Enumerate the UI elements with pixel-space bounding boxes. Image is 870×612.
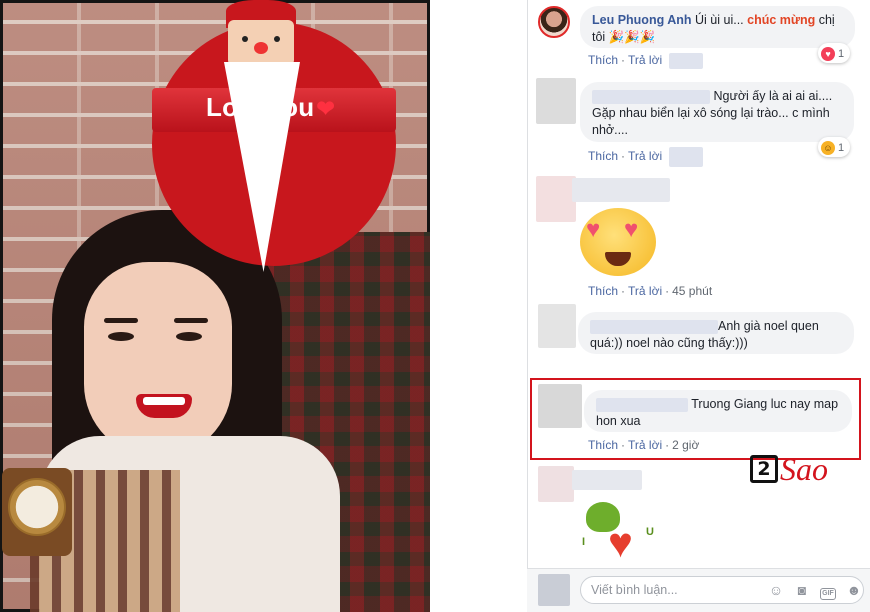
comment-bubble: Leu Phuong Anh Úi ùi ui... chúc mừng chị…: [580, 6, 855, 48]
reaction-count[interactable]: ♥ 1: [818, 43, 851, 63]
reply-link[interactable]: Trả lời: [628, 438, 662, 452]
comment-actions: Thích · Trả lời: [588, 147, 704, 167]
camera-icon[interactable]: ◙: [794, 582, 810, 598]
love-icon: ♥: [821, 47, 835, 61]
redacted-author: [572, 178, 670, 202]
like-link[interactable]: Thích: [588, 53, 618, 67]
emoji-icon[interactable]: ☺: [768, 582, 784, 598]
avatar-blurred[interactable]: [538, 304, 576, 348]
heart-icon: ❤: [316, 96, 335, 121]
sticker-icon[interactable]: ☻: [846, 582, 862, 598]
sticker-caption: Loveyou❤: [206, 92, 335, 122]
comment-actions: Thích · Trả lời · 2 giờ: [588, 438, 700, 452]
avatar-blurred[interactable]: [536, 176, 576, 222]
redacted-author: [592, 89, 710, 104]
comment-bubble: Anh già noel quen quá:)) noel nào cũng t…: [578, 312, 854, 354]
wristwatch: [8, 478, 66, 536]
redacted-author: [596, 397, 688, 412]
avatar-blurred[interactable]: [538, 466, 574, 502]
reply-link[interactable]: Trả lời: [628, 53, 662, 67]
heart-icon: ♥: [608, 519, 633, 566]
redacted-author: [590, 319, 718, 334]
like-link[interactable]: Thích: [588, 284, 618, 298]
avatar-blurred[interactable]: [538, 384, 582, 428]
timestamp[interactable]: 45 phút: [672, 284, 712, 298]
woman-face: [84, 262, 232, 458]
haha-icon: ☺: [821, 141, 835, 155]
timestamp[interactable]: 2 giờ: [672, 438, 699, 452]
reply-link[interactable]: Trả lời: [628, 284, 662, 298]
watermark-logo: 2 Sao: [750, 450, 828, 488]
comment-bubble: Truong Giang luc nay map hon xua: [584, 390, 852, 432]
party-icon: 🎉🎉🎉: [608, 30, 656, 44]
comment-actions: Thích · Trả lời · 45 phút: [588, 284, 713, 298]
reply-link[interactable]: Trả lời: [628, 149, 662, 163]
heart-eye-icon: ♥: [624, 216, 639, 243]
comment-author[interactable]: Leu Phuong Anh: [592, 13, 692, 27]
comment-actions: Thích · Trả lời: [588, 53, 704, 69]
heart-eye-icon: ♥: [586, 216, 601, 243]
comment-bubble: Người ấy là ai ai ai.... Gặp nhau biển l…: [580, 82, 854, 142]
avatar-blurred[interactable]: [536, 78, 576, 124]
redacted-author: [572, 470, 642, 490]
reaction-count[interactable]: ☺ 1: [818, 137, 851, 157]
like-link[interactable]: Thích: [588, 149, 618, 163]
redacted-block: [669, 53, 704, 69]
own-avatar: [538, 574, 570, 606]
avatar[interactable]: [538, 6, 570, 38]
redacted-block: [669, 147, 704, 167]
like-link[interactable]: Thích: [588, 438, 618, 452]
gif-icon[interactable]: GIF: [820, 582, 836, 600]
